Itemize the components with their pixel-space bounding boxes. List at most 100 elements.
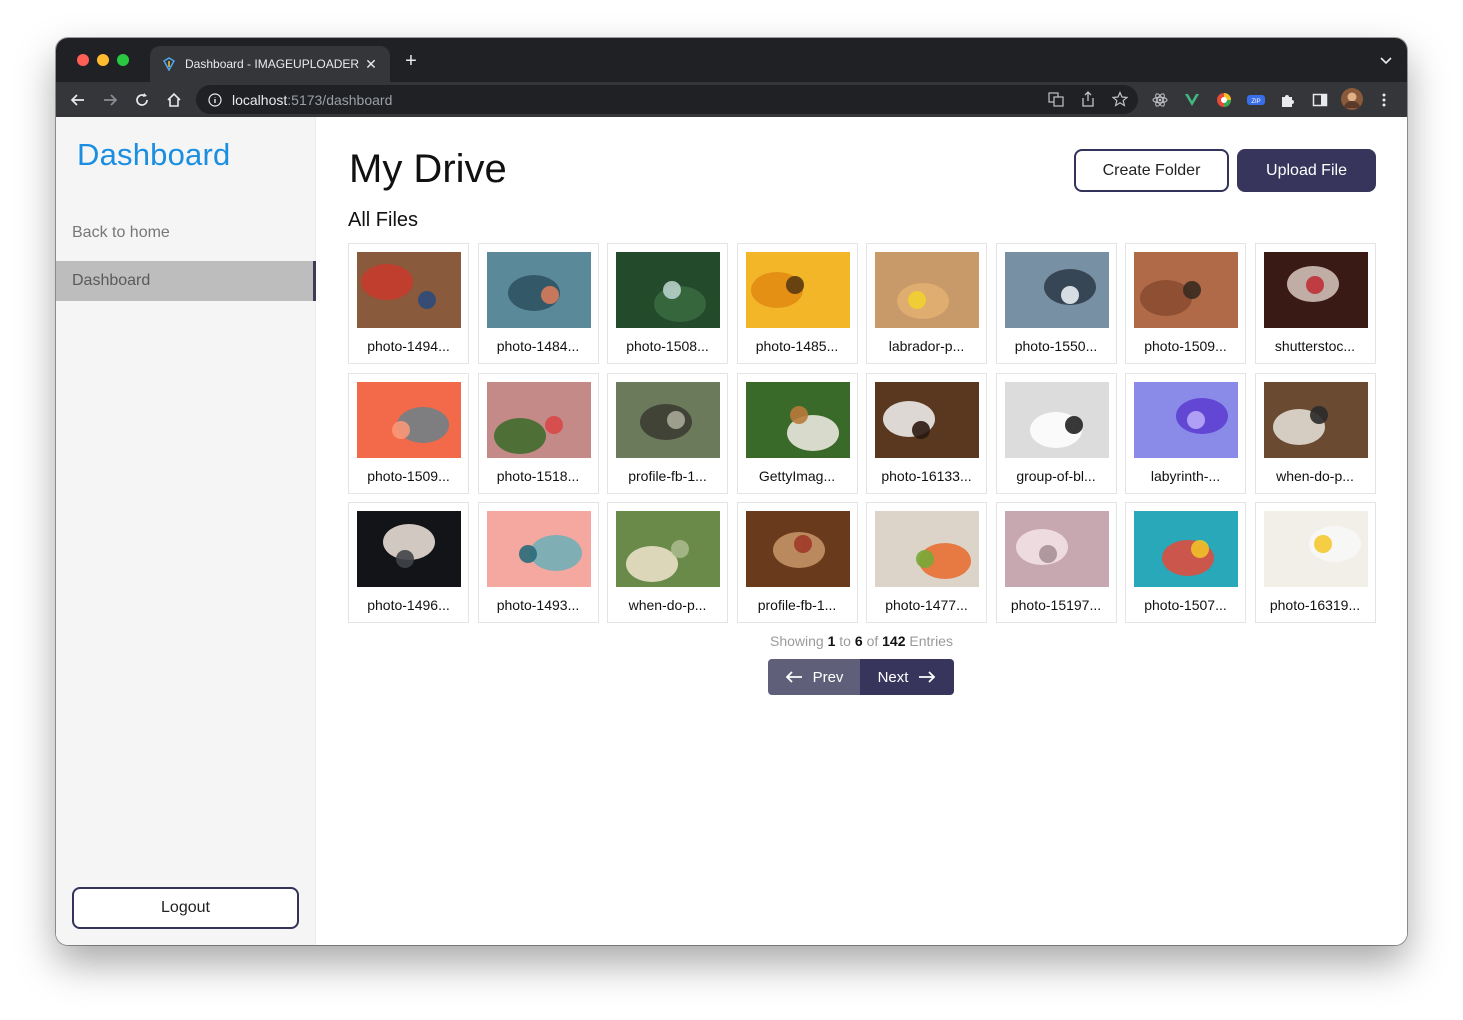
maximize-window-button[interactable] xyxy=(117,54,129,66)
thumbnail-image xyxy=(357,381,461,458)
file-card[interactable]: photo-1484... xyxy=(477,243,599,364)
file-name: photo-1496... xyxy=(367,597,450,613)
file-card[interactable]: photo-16133... xyxy=(866,372,987,494)
file-card[interactable]: photo-1493... xyxy=(477,502,599,623)
translate-icon[interactable] xyxy=(1048,91,1064,107)
file-name: photo-1518... xyxy=(496,467,580,484)
file-card[interactable]: photo-1509... xyxy=(1125,243,1246,364)
extensions-puzzle-icon[interactable] xyxy=(1279,91,1297,109)
file-card[interactable]: when-do-p... xyxy=(607,502,728,623)
zip-extension-icon[interactable]: ZIP xyxy=(1247,91,1265,109)
sidebar-item-back-to-home[interactable]: Back to home xyxy=(56,213,316,253)
file-name: photo-1509... xyxy=(367,467,450,484)
browser-tab[interactable]: Dashboard - IMAGEUPLOADER ✕ xyxy=(150,46,390,82)
pagination-summary: Showing 1 to 6 of 142 Entries xyxy=(316,633,1407,649)
total-count: 142 xyxy=(882,633,906,649)
file-card[interactable]: GettyImag... xyxy=(736,372,858,494)
file-thumbnail[interactable] xyxy=(357,381,461,458)
file-card[interactable]: when-do-p... xyxy=(1254,372,1376,494)
range-to: 6 xyxy=(854,633,863,649)
file-card[interactable]: photo-1550... xyxy=(995,243,1117,364)
file-card[interactable]: photo-1509... xyxy=(348,372,469,494)
home-icon[interactable] xyxy=(163,89,185,111)
tab-search-chevron-icon[interactable] xyxy=(1379,53,1393,67)
next-page-button[interactable]: Next xyxy=(860,659,954,695)
file-card[interactable]: photo-1477... xyxy=(866,502,987,623)
thumbnail-image xyxy=(1263,252,1368,328)
file-thumbnail[interactable] xyxy=(1004,252,1109,328)
sidebar-title: Dashboard xyxy=(77,137,231,172)
color-picker-extension-icon[interactable] xyxy=(1215,91,1233,109)
profile-avatar[interactable] xyxy=(1341,88,1363,110)
file-card[interactable]: photo-1485... xyxy=(736,243,858,364)
file-card[interactable]: profile-fb-1... xyxy=(736,502,858,623)
file-card[interactable]: photo-1507... xyxy=(1125,502,1246,623)
new-tab-icon[interactable]: + xyxy=(400,50,422,72)
file-thumbnail[interactable] xyxy=(357,511,461,587)
file-thumbnail[interactable] xyxy=(1134,252,1238,328)
vue-devtools-icon[interactable] xyxy=(1183,91,1201,109)
file-thumbnail[interactable] xyxy=(486,381,591,458)
browser-menu-icon[interactable] xyxy=(1375,91,1393,109)
thumbnail-image xyxy=(875,511,979,587)
file-card[interactable]: photo-1496... xyxy=(348,502,469,623)
file-card[interactable]: profile-fb-1... xyxy=(607,372,728,494)
to-label: to xyxy=(839,633,851,649)
file-thumbnail[interactable] xyxy=(1263,381,1368,458)
share-icon[interactable] xyxy=(1080,91,1096,107)
file-card[interactable]: photo-16319... xyxy=(1254,502,1376,623)
file-name: profile-fb-1... xyxy=(628,467,707,484)
file-name: labyrinth-... xyxy=(1150,467,1221,484)
file-card[interactable]: group-of-bl... xyxy=(995,372,1117,494)
file-card[interactable]: photo-15197... xyxy=(995,502,1117,623)
site-info-icon[interactable] xyxy=(208,92,222,107)
file-thumbnail[interactable] xyxy=(745,381,850,458)
bookmark-star-icon[interactable] xyxy=(1112,91,1128,107)
thumbnail-image xyxy=(486,252,591,328)
back-arrow-icon[interactable] xyxy=(67,89,89,111)
file-thumbnail[interactable] xyxy=(745,511,850,587)
file-thumbnail[interactable] xyxy=(486,511,591,587)
close-window-button[interactable] xyxy=(77,54,89,66)
thumbnail-image xyxy=(1134,252,1238,328)
forward-arrow-icon[interactable] xyxy=(99,89,121,111)
thumbnail-image xyxy=(357,252,461,328)
logout-button[interactable]: Logout xyxy=(72,887,299,929)
file-card[interactable]: labyrinth-... xyxy=(1125,372,1246,494)
reload-icon[interactable] xyxy=(131,89,153,111)
file-thumbnail[interactable] xyxy=(875,381,979,458)
sidebar-item-dashboard[interactable]: Dashboard xyxy=(56,261,316,301)
file-thumbnail[interactable] xyxy=(1263,511,1368,587)
upload-file-button[interactable]: Upload File xyxy=(1237,149,1376,192)
file-name: photo-1508... xyxy=(626,338,709,354)
file-card[interactable]: shutterstoc... xyxy=(1254,243,1376,364)
minimize-window-button[interactable] xyxy=(97,54,109,66)
file-name: photo-1493... xyxy=(496,597,580,613)
file-thumbnail[interactable] xyxy=(616,252,720,328)
file-thumbnail[interactable] xyxy=(616,381,720,458)
file-thumbnail[interactable] xyxy=(1134,511,1238,587)
file-thumbnail[interactable] xyxy=(1134,381,1238,458)
file-thumbnail[interactable] xyxy=(875,252,979,328)
url-host: localhost xyxy=(232,91,288,108)
side-panel-icon[interactable] xyxy=(1311,91,1329,109)
create-folder-button[interactable]: Create Folder xyxy=(1074,149,1229,192)
file-thumbnail[interactable] xyxy=(1263,252,1368,328)
file-thumbnail[interactable] xyxy=(357,252,461,328)
file-card[interactable]: photo-1518... xyxy=(477,372,599,494)
file-thumbnail[interactable] xyxy=(486,252,591,328)
file-thumbnail[interactable] xyxy=(1004,511,1109,587)
file-thumbnail[interactable] xyxy=(1004,381,1109,458)
react-devtools-icon[interactable] xyxy=(1151,91,1169,109)
file-card[interactable]: labrador-p... xyxy=(866,243,987,364)
close-tab-icon[interactable]: ✕ xyxy=(362,55,380,73)
address-bar[interactable]: localhost:5173/dashboard xyxy=(196,85,1138,114)
file-card[interactable]: photo-1494... xyxy=(348,243,469,364)
file-thumbnail[interactable] xyxy=(875,511,979,587)
file-thumbnail[interactable] xyxy=(745,252,850,328)
file-thumbnail[interactable] xyxy=(616,511,720,587)
file-card[interactable]: photo-1508... xyxy=(607,243,728,364)
thumbnail-image xyxy=(486,511,591,587)
pagination-controls: Prev Next xyxy=(768,659,954,695)
prev-page-button[interactable]: Prev xyxy=(768,659,860,695)
